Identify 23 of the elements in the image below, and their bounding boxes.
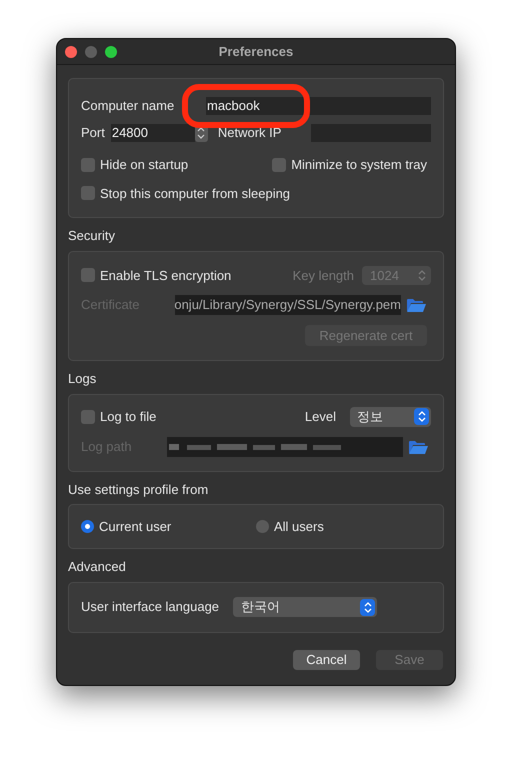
- checkbox-label: Hide on startup: [100, 156, 188, 174]
- port-label: Port: [81, 124, 105, 142]
- checkbox-label: Stop this computer from sleeping: [100, 184, 290, 203]
- window-title: Preferences: [218, 42, 294, 61]
- language-select[interactable]: 한국어: [233, 597, 378, 617]
- radio-label: Current user: [99, 518, 172, 536]
- level-select[interactable]: 정보: [350, 406, 431, 426]
- section-heading: Logs: [68, 370, 98, 388]
- computer-name-field[interactable]: macbook: [206, 97, 431, 115]
- key-length-label: Key length: [292, 266, 354, 285]
- checkbox-label: Log to file: [100, 408, 156, 426]
- dialog-button[interactable]: Cancel: [293, 650, 360, 670]
- computer-name-label: Computer name: [81, 97, 176, 116]
- checkbox-label: Enable TLS encryption: [100, 266, 232, 285]
- port-field[interactable]: 24800: [110, 124, 195, 142]
- checkbox-label: Minimize to system tray: [291, 156, 427, 174]
- section-heading: Advanced: [68, 558, 127, 576]
- radio-label: All users: [274, 518, 324, 536]
- network-ip-label: Network IP: [218, 124, 282, 142]
- level-label: Level: [304, 408, 336, 426]
- section-heading: Security: [68, 227, 116, 245]
- section-heading: Use settings profile from: [68, 480, 210, 499]
- language-label: User interface language: [81, 598, 220, 616]
